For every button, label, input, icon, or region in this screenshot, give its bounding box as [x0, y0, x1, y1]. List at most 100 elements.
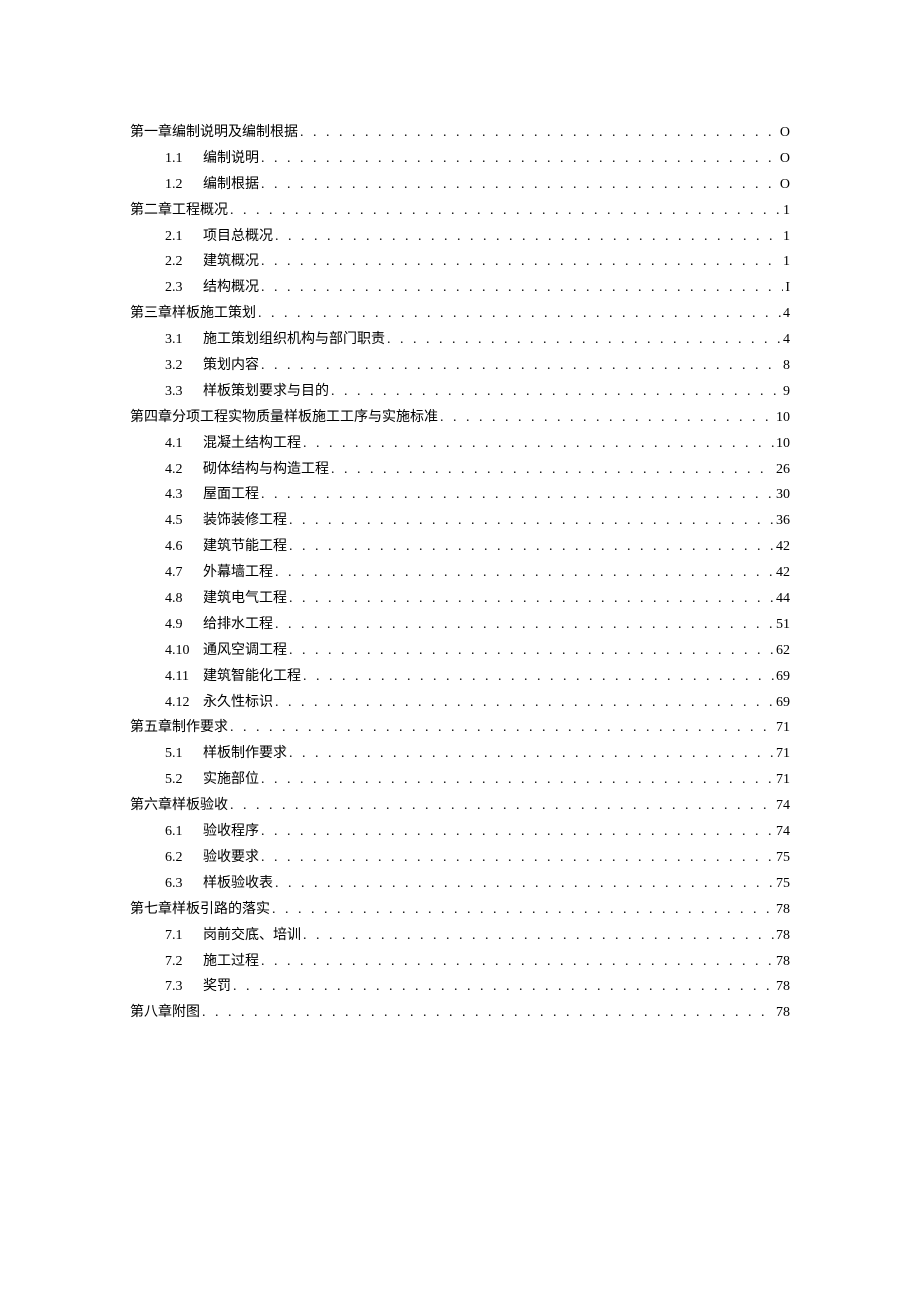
toc-entry: 第八章附图 78 [130, 1000, 790, 1026]
toc-dot-leader [261, 249, 781, 275]
toc-entry: 4.5装饰装修工程 36 [165, 508, 790, 534]
toc-entry: 第三章样板施工策划 4 [130, 301, 790, 327]
toc-page-number: 4 [783, 327, 790, 353]
toc-entry-text: 样板制作要求 [203, 741, 287, 767]
toc-entry-text: 策划内容 [203, 353, 259, 379]
toc-entry: 4.2砌体结构与构造工程 26 [165, 457, 790, 483]
toc-entry: 第七章样板引路的落实 78 [130, 897, 790, 923]
toc-entry-text: 施工策划组织机构与部门职责 [203, 327, 385, 353]
toc-dot-leader [303, 923, 774, 949]
toc-entry: 4.11建筑智能化工程 69 [165, 664, 790, 690]
toc-dot-leader [275, 612, 774, 638]
toc-dot-leader [261, 767, 774, 793]
toc-page-number: 74 [776, 819, 790, 845]
toc-page-number: 36 [776, 508, 790, 534]
toc-entry-number: 4.5 [165, 508, 203, 534]
toc-entry-text: 编制说明 [203, 146, 259, 172]
toc-entry: 4.7外幕墙工程 42 [165, 560, 790, 586]
toc-entry-text: 施工过程 [203, 949, 259, 975]
toc-entry-number: 6.2 [165, 845, 203, 871]
toc-entry: 3.1施工策划组织机构与部门职责 4 [165, 327, 790, 353]
toc-entry-text: 屋面工程 [203, 482, 259, 508]
toc-entry: 2.3结构概况 I [165, 275, 790, 301]
toc-dot-leader [230, 198, 781, 224]
toc-page-number: 51 [776, 612, 790, 638]
toc-dot-leader [289, 508, 774, 534]
toc-entry: 4.1混凝土结构工程 10 [165, 431, 790, 457]
toc-entry-text: 验收程序 [203, 819, 259, 845]
toc-entry-number: 1.2 [165, 172, 203, 198]
toc-entry: 7.2施工过程 78 [165, 949, 790, 975]
toc-entry-text: 奖罚 [203, 974, 231, 1000]
toc-page-number: 42 [776, 560, 790, 586]
toc-entry: 4.10通风空调工程 62 [165, 638, 790, 664]
toc-entry: 第四章分项工程实物质量样板施工工序与实施标准 10 [130, 405, 790, 431]
toc-entry-number: 1.1 [165, 146, 203, 172]
toc-entry-text: 编制根据 [203, 172, 259, 198]
toc-page-number: 75 [776, 845, 790, 871]
toc-page-number: 69 [776, 690, 790, 716]
toc-entry: 4.3屋面工程 30 [165, 482, 790, 508]
toc-entry-text: 样板策划要求与目的 [203, 379, 329, 405]
toc-dot-leader [440, 405, 774, 431]
toc-entry-number: 3.3 [165, 379, 203, 405]
toc-entry: 5.1样板制作要求 71 [165, 741, 790, 767]
toc-page-number: 8 [783, 353, 790, 379]
toc-page-number: 78 [776, 949, 790, 975]
toc-page-number: 78 [776, 897, 790, 923]
toc-entry-number: 7.2 [165, 949, 203, 975]
toc-dot-leader [300, 120, 778, 146]
toc-entry: 6.1验收程序 74 [165, 819, 790, 845]
toc-entry-text: 外幕墙工程 [203, 560, 273, 586]
toc-entry-number: 3.1 [165, 327, 203, 353]
toc-dot-leader [261, 949, 774, 975]
toc-dot-leader [261, 482, 774, 508]
toc-entry-text: 实施部位 [203, 767, 259, 793]
toc-page-number: 71 [776, 715, 790, 741]
toc-entry-number: 5.2 [165, 767, 203, 793]
toc-dot-leader [303, 664, 774, 690]
toc-entry: 4.9给排水工程 51 [165, 612, 790, 638]
toc-page-number: 42 [776, 534, 790, 560]
toc-entry: 1.2编制根据 O [165, 172, 790, 198]
toc-dot-leader [261, 172, 778, 198]
toc-dot-leader [261, 819, 774, 845]
toc-entry-text: 混凝土结构工程 [203, 431, 301, 457]
toc-dot-leader [275, 224, 781, 250]
toc-entry-number: 6.1 [165, 819, 203, 845]
toc-entry-text: 第七章样板引路的落实 [130, 897, 270, 923]
toc-entry-text: 项目总概况 [203, 224, 273, 250]
toc-entry-text: 验收要求 [203, 845, 259, 871]
toc-dot-leader [258, 301, 781, 327]
toc-entry: 6.2验收要求 75 [165, 845, 790, 871]
toc-page-number: 1 [783, 198, 790, 224]
toc-entry: 2.1项目总概况 1 [165, 224, 790, 250]
toc-entry: 5.2实施部位 71 [165, 767, 790, 793]
toc-entry-number: 4.10 [165, 638, 203, 664]
toc-entry-number: 4.1 [165, 431, 203, 457]
toc-entry-text: 给排水工程 [203, 612, 273, 638]
toc-entry-number: 7.3 [165, 974, 203, 1000]
toc-entry-text: 第二章工程概况 [130, 198, 228, 224]
toc-entry-number: 4.2 [165, 457, 203, 483]
toc-page-number: 71 [776, 767, 790, 793]
toc-entry-number: 4.12 [165, 690, 203, 716]
toc-page-number: 10 [776, 431, 790, 457]
toc-entry-number: 4.6 [165, 534, 203, 560]
toc-entry-number: 2.1 [165, 224, 203, 250]
toc-entry: 第一章编制说明及编制根据 O [130, 120, 790, 146]
toc-page-number: 78 [776, 1000, 790, 1026]
toc-entry-number: 4.7 [165, 560, 203, 586]
toc-page-number: 1 [783, 249, 790, 275]
toc-page-number: O [780, 172, 790, 198]
toc-entry-text: 第三章样板施工策划 [130, 301, 256, 327]
toc-entry: 3.3样板策划要求与目的 9 [165, 379, 790, 405]
toc-entry-text: 第四章分项工程实物质量样板施工工序与实施标准 [130, 405, 438, 431]
toc-dot-leader [230, 793, 774, 819]
toc-page-number: 9 [783, 379, 790, 405]
toc-entry-text: 第一章编制说明及编制根据 [130, 120, 298, 146]
toc-dot-leader [230, 715, 774, 741]
toc-entry-text: 第八章附图 [130, 1000, 200, 1026]
toc-entry-number: 4.11 [165, 664, 203, 690]
toc-entry: 第五章制作要求 71 [130, 715, 790, 741]
